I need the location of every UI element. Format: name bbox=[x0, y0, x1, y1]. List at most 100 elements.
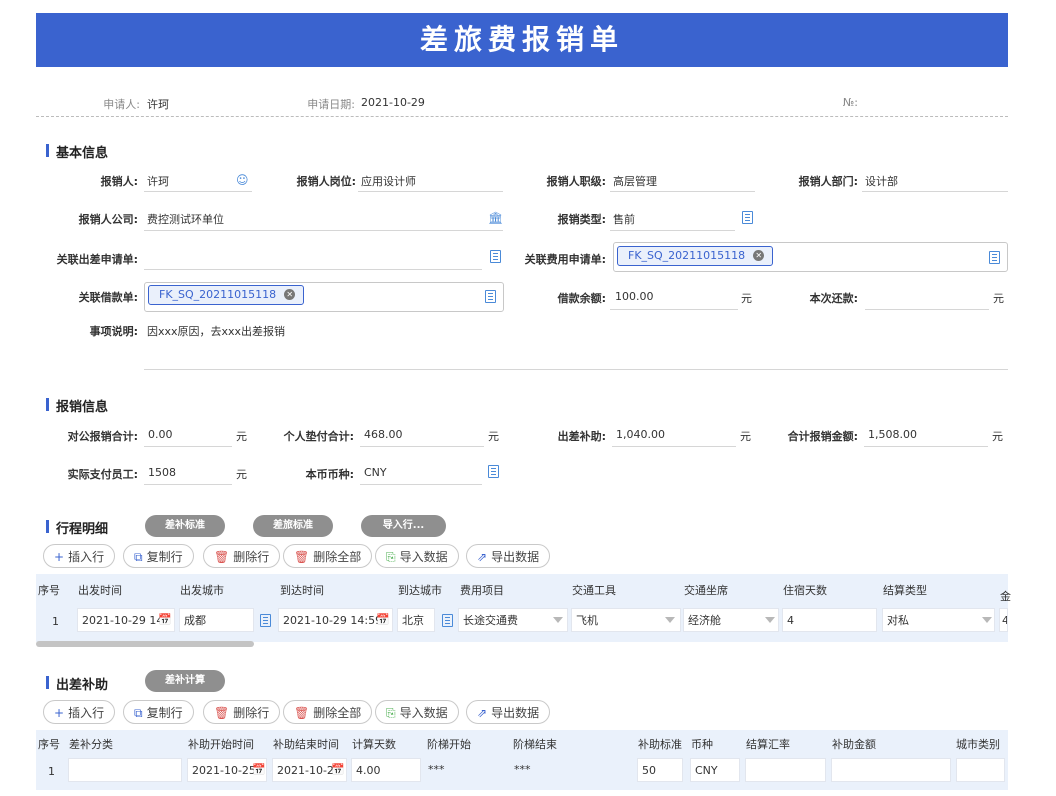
description-field[interactable] bbox=[144, 369, 1008, 370]
currency-value: CNY bbox=[695, 764, 718, 777]
select-list-icon[interactable] bbox=[989, 251, 1000, 264]
claimant-field[interactable] bbox=[144, 191, 252, 192]
export-data-label: 导出数据 bbox=[491, 706, 540, 720]
company-label: 报销人公司: bbox=[78, 213, 138, 226]
section-trip-title: 行程明细 bbox=[46, 518, 108, 537]
import-row-button[interactable]: 导入行... bbox=[361, 515, 446, 537]
copy-row-button[interactable]: ⧉ 复制行 bbox=[123, 700, 194, 724]
allowance-calc-button[interactable]: 差补计算 bbox=[145, 670, 225, 692]
insert-row-label: 插入行 bbox=[68, 550, 105, 564]
copy-row-label: 复制行 bbox=[146, 550, 183, 564]
days-cell[interactable]: 4.00 bbox=[351, 758, 421, 782]
select-list-icon[interactable] bbox=[742, 211, 753, 224]
trash-icon: 🗑 bbox=[294, 706, 310, 720]
amount-value: 4 bbox=[1002, 614, 1007, 627]
chevron-down-icon[interactable] bbox=[765, 617, 775, 623]
copy-row-button[interactable]: ⧉ 复制行 bbox=[123, 544, 194, 568]
plus-icon: + bbox=[54, 550, 65, 564]
corp-total-value: 0.00 bbox=[148, 428, 173, 441]
column-header: 住宿天数 bbox=[783, 584, 827, 597]
corp-total-field[interactable] bbox=[144, 446, 232, 447]
travel-standard-button[interactable]: 差旅标准 bbox=[253, 515, 333, 537]
position-field[interactable] bbox=[358, 191, 503, 192]
select-list-icon[interactable] bbox=[488, 465, 499, 478]
calendar-icon[interactable]: 📅 bbox=[158, 614, 172, 626]
loan-balance-field[interactable] bbox=[610, 309, 738, 310]
position-label: 报销人岗位: bbox=[296, 175, 356, 188]
expense-item-cell[interactable]: 长途交通费 bbox=[458, 608, 568, 632]
city-type-cell[interactable] bbox=[956, 758, 1005, 782]
delete-row-button[interactable]: 🗑 删除行 bbox=[203, 544, 281, 568]
bank-icon[interactable]: 🏛 bbox=[488, 212, 503, 224]
select-list-icon[interactable] bbox=[260, 614, 271, 627]
currency-field[interactable] bbox=[360, 484, 482, 485]
calendar-icon[interactable]: 📅 bbox=[331, 764, 345, 776]
trash-icon: 🗑 bbox=[214, 550, 230, 564]
allowance-amount-cell[interactable] bbox=[831, 758, 951, 782]
nights-cell[interactable]: 4 bbox=[782, 608, 877, 632]
category-cell[interactable] bbox=[68, 758, 182, 782]
settle-type-cell[interactable]: 对私 bbox=[882, 608, 995, 632]
standard-cell[interactable]: 50 bbox=[637, 758, 683, 782]
expense-request-tag[interactable]: FK_SQ_20211015118 ✕ bbox=[617, 246, 774, 266]
delete-row-button[interactable]: 🗑 删除行 bbox=[203, 700, 281, 724]
type-field[interactable] bbox=[610, 230, 735, 231]
arrive-city-cell[interactable]: 北京 bbox=[397, 608, 435, 632]
rate-cell[interactable] bbox=[745, 758, 826, 782]
amount-cell[interactable]: 4 bbox=[999, 608, 1008, 632]
currency-label: 本币币种: bbox=[305, 468, 354, 481]
expense-request-label: 关联费用申请单: bbox=[524, 253, 606, 266]
depart-city-cell[interactable]: 成都 bbox=[179, 608, 254, 632]
loan-tag[interactable]: FK_SQ_20211015118 ✕ bbox=[148, 285, 305, 305]
corp-total-label: 对公报销合计: bbox=[67, 430, 138, 443]
column-header: 序号 bbox=[38, 738, 60, 751]
export-data-button[interactable]: ⇗ 导出数据 bbox=[466, 544, 551, 568]
user-picker-icon[interactable]: ☺ bbox=[236, 174, 249, 186]
select-list-icon[interactable] bbox=[485, 290, 496, 303]
rank-value: 高层管理 bbox=[613, 175, 657, 188]
horizontal-scrollbar[interactable] bbox=[36, 641, 254, 647]
actual-paid-field[interactable] bbox=[144, 484, 232, 485]
export-data-button[interactable]: ⇗ 导出数据 bbox=[466, 700, 551, 724]
dept-field[interactable] bbox=[862, 191, 1008, 192]
serial-no-label: №: bbox=[842, 96, 858, 109]
column-header: 差补分类 bbox=[69, 738, 113, 751]
delete-all-button[interactable]: 🗑 删除全部 bbox=[283, 700, 373, 724]
allowance-standard-button[interactable]: 差补标准 bbox=[145, 515, 225, 537]
loan-label: 关联借款单: bbox=[78, 291, 138, 304]
insert-row-button[interactable]: + 插入行 bbox=[43, 544, 116, 568]
company-field[interactable] bbox=[144, 230, 503, 231]
chevron-down-icon[interactable] bbox=[665, 617, 675, 623]
chevron-down-icon[interactable] bbox=[553, 617, 563, 623]
dept-value: 设计部 bbox=[865, 175, 898, 188]
import-data-button[interactable]: ⎘ 导入数据 bbox=[375, 544, 459, 568]
section-reimb-title: 报销信息 bbox=[46, 396, 108, 415]
currency-cell[interactable]: CNY bbox=[690, 758, 740, 782]
section-allowance-title: 出差补助 bbox=[46, 674, 108, 693]
delete-all-button[interactable]: 🗑 删除全部 bbox=[283, 544, 373, 568]
remove-tag-icon[interactable]: ✕ bbox=[753, 250, 765, 261]
column-header: 出发时间 bbox=[78, 584, 122, 597]
personal-total-field[interactable] bbox=[360, 446, 484, 447]
select-list-icon[interactable] bbox=[442, 614, 453, 627]
allowance-field[interactable] bbox=[612, 446, 736, 447]
company-value: 费控测试环单位 bbox=[147, 213, 224, 226]
grand-total-field[interactable] bbox=[864, 446, 988, 447]
step-end-cell: *** bbox=[510, 758, 630, 782]
expense-request-tag-label: FK_SQ_20211015118 bbox=[628, 249, 746, 262]
import-data-button[interactable]: ⎘ 导入数据 bbox=[375, 700, 459, 724]
trip-request-field[interactable] bbox=[144, 269, 482, 270]
plus-icon: + bbox=[54, 706, 65, 720]
applicant-label: 申请人: bbox=[103, 98, 140, 111]
rank-field[interactable] bbox=[610, 191, 755, 192]
select-list-icon[interactable] bbox=[490, 250, 501, 263]
remove-tag-icon[interactable]: ✕ bbox=[284, 289, 296, 300]
column-header: 补助开始时间 bbox=[188, 738, 254, 751]
delete-row-label: 删除行 bbox=[233, 706, 270, 720]
currency-unit: 元 bbox=[488, 430, 499, 443]
repay-field[interactable] bbox=[865, 309, 989, 310]
insert-row-button[interactable]: + 插入行 bbox=[43, 700, 116, 724]
chevron-down-icon[interactable] bbox=[982, 617, 992, 623]
calendar-icon[interactable]: 📅 bbox=[252, 764, 266, 776]
calendar-icon[interactable]: 📅 bbox=[376, 614, 390, 626]
